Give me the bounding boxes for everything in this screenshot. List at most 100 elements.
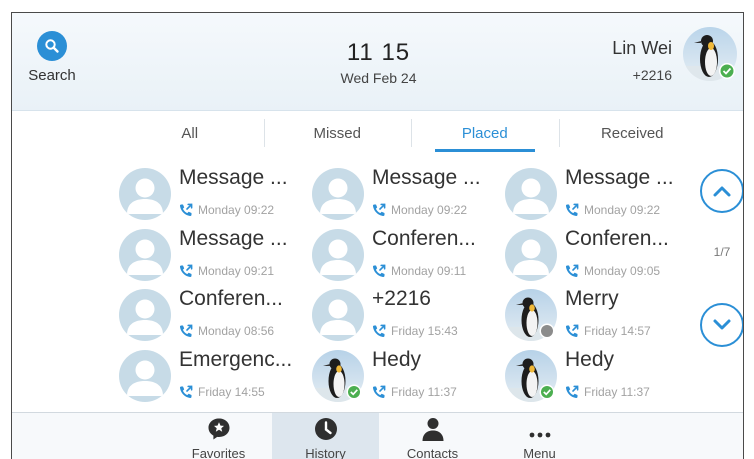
person-icon	[422, 418, 443, 441]
history-entry[interactable]: Message ... Monday 09:22	[310, 159, 503, 220]
history-entry-name: Conferen...	[179, 287, 283, 310]
tab-all[interactable]: All	[116, 116, 264, 154]
bottom-navigation: Favorites History Contacts Menu	[12, 412, 743, 459]
history-entry-time: Friday 15:43	[391, 324, 458, 338]
more-dots-icon	[529, 432, 550, 438]
history-entry-name: Message ...	[372, 166, 481, 189]
history-entry-name: Message ...	[179, 166, 288, 189]
outgoing-call-icon	[565, 203, 579, 217]
search-label: Search	[28, 67, 76, 84]
history-entry-time: Monday 09:22	[391, 203, 468, 217]
history-entry[interactable]: Emergenc... Friday 14:55	[117, 341, 310, 402]
history-entry-time: Friday 11:37	[391, 384, 457, 399]
default-avatar	[505, 228, 557, 281]
star-bubble-icon	[208, 418, 229, 440]
account-number: +2216	[632, 67, 672, 83]
history-entry-time: Friday 11:37	[584, 384, 650, 399]
nav-history-label: History	[305, 446, 346, 459]
account-avatar[interactable]	[682, 26, 738, 82]
outgoing-call-icon	[372, 385, 386, 398]
tab-placed[interactable]: Placed	[411, 116, 559, 154]
account-name: Lin Wei	[612, 38, 672, 58]
history-entry-name: Hedy	[565, 347, 615, 371]
default-avatar	[312, 168, 364, 220]
outgoing-call-icon	[565, 324, 579, 338]
history-entry[interactable]: Conferen... Monday 08:56	[117, 280, 310, 341]
outgoing-call-icon	[372, 264, 386, 277]
history-entry[interactable]: Message ... Monday 09:22	[503, 159, 696, 220]
history-entry-meta: Monday 09:22	[565, 203, 660, 217]
history-entry-meta: Monday 09:11	[372, 264, 466, 278]
account-info[interactable]: Lin Wei +2216	[612, 38, 672, 83]
history-entry-meta: Friday 15:43	[372, 324, 458, 338]
history-entry-name: Merry	[565, 287, 619, 310]
phone-screen: Search 11 15 Wed Feb 24 Lin Wei +2216 Al…	[11, 12, 744, 459]
clock-icon	[314, 418, 337, 440]
history-entry-meta: Monday 09:22	[179, 203, 274, 217]
history-entry-time: Friday 14:57	[584, 324, 651, 338]
outgoing-call-icon	[179, 324, 193, 338]
history-entry[interactable]: Conferen... Monday 09:11	[310, 220, 503, 281]
call-history-list: Message ... Monday 09:22 Message ... Mon…	[117, 159, 697, 413]
nav-contacts-label: Contacts	[406, 446, 459, 459]
search-icon	[37, 31, 67, 61]
default-avatar	[119, 289, 171, 341]
history-entry-name: Hedy	[372, 347, 422, 371]
history-entry-time: Monday 09:11	[391, 263, 467, 278]
page-up-button[interactable]	[700, 169, 743, 213]
history-entry-time: Monday 09:22	[584, 203, 661, 217]
history-entry[interactable]: Message ... Monday 09:22	[117, 159, 310, 220]
default-avatar	[119, 228, 171, 281]
history-entry-meta: Friday 14:55	[179, 385, 265, 399]
chevron-down-icon	[713, 319, 731, 330]
history-entry-name: Message ...	[565, 166, 674, 189]
nav-history[interactable]: History	[272, 413, 379, 459]
outgoing-call-icon	[179, 385, 193, 398]
history-entry-meta: Friday 11:37	[565, 385, 650, 399]
contact-photo-avatar	[505, 349, 557, 402]
nav-contacts[interactable]: Contacts	[379, 413, 486, 459]
history-entry[interactable]: +2216 Friday 15:43	[310, 280, 503, 341]
default-avatar	[312, 228, 364, 281]
history-entry-name: Emergenc...	[179, 347, 293, 371]
history-entry[interactable]: Hedy Friday 11:37	[503, 341, 696, 402]
history-filter-tabs: All Missed Placed Received	[116, 116, 706, 154]
outgoing-call-icon	[372, 324, 386, 338]
history-entry-meta: Friday 11:37	[372, 385, 457, 399]
history-entry[interactable]: Hedy Friday 11:37	[310, 341, 503, 402]
nav-menu[interactable]: Menu	[486, 413, 593, 459]
contact-photo-avatar	[312, 349, 364, 402]
default-avatar	[312, 289, 364, 341]
nav-favorites-label: Favorites	[191, 446, 246, 459]
chevron-up-icon	[713, 186, 731, 197]
contact-photo-avatar	[505, 289, 557, 341]
history-entry[interactable]: Conferen... Monday 09:05	[503, 220, 696, 281]
default-avatar	[119, 349, 171, 402]
default-avatar	[119, 168, 171, 220]
history-entry-meta: Monday 09:05	[565, 264, 660, 278]
outgoing-call-icon	[179, 203, 193, 217]
history-entry[interactable]: Merry Friday 14:57	[503, 280, 696, 341]
history-entry-name: Conferen...	[372, 226, 476, 250]
page-indicator: 1/7	[713, 245, 731, 259]
status-header: Search 11 15 Wed Feb 24 Lin Wei +2216	[12, 13, 743, 111]
page-down-button[interactable]	[700, 303, 743, 347]
history-entry-name: Message ...	[179, 226, 288, 250]
history-entry-meta: Monday 08:56	[179, 324, 274, 338]
default-avatar	[505, 168, 557, 220]
tab-received[interactable]: Received	[558, 116, 707, 154]
history-entry[interactable]: Message ... Monday 09:21	[117, 220, 310, 281]
history-entry-meta: Monday 09:21	[179, 264, 274, 278]
history-entry-meta: Friday 14:57	[565, 324, 651, 338]
outgoing-call-icon	[565, 385, 579, 398]
outgoing-call-icon	[565, 264, 579, 277]
history-entry-time: Monday 09:22	[198, 203, 275, 217]
history-entry-time: Monday 09:21	[198, 263, 275, 278]
nav-favorites[interactable]: Favorites	[165, 413, 272, 459]
outgoing-call-icon	[372, 203, 386, 217]
history-entry-time: Monday 09:05	[584, 263, 661, 278]
history-entry-time: Monday 08:56	[198, 324, 275, 338]
search-button[interactable]: Search	[28, 31, 76, 84]
tab-missed[interactable]: Missed	[263, 116, 412, 154]
history-entry-name: +2216	[372, 287, 431, 310]
